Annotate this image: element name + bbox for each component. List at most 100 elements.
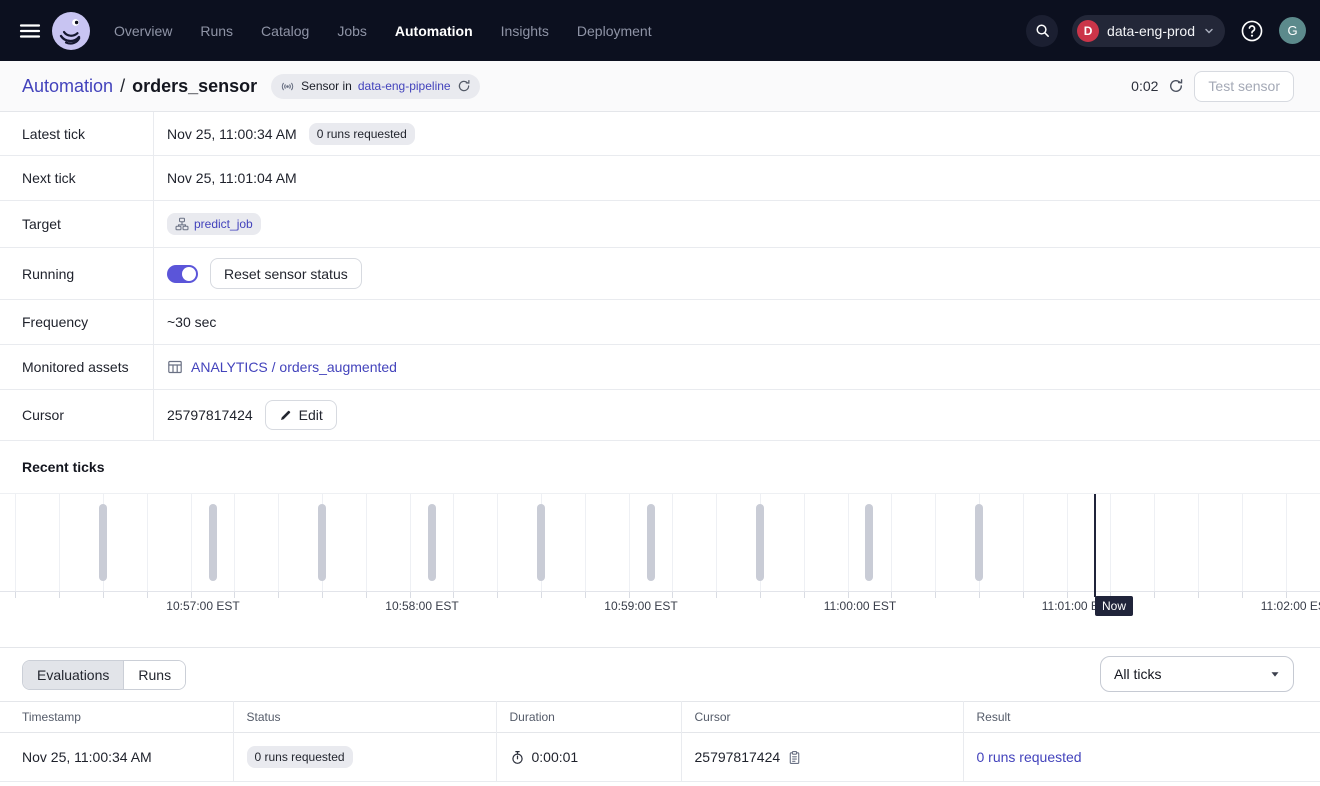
axis-tick [147,592,148,598]
axis-tick [716,592,717,598]
details-row-monitored-assets: Monitored assets ANALYTICS / orders_augm… [0,345,1320,390]
tick-bar[interactable] [209,504,217,581]
tick-bar[interactable] [647,504,655,581]
edit-cursor-button[interactable]: Edit [265,400,337,430]
cell-timestamp: Nov 25, 11:00:34 AM [0,733,233,782]
axis-tick [935,592,936,598]
table-row: Nov 25, 11:00:34 AM 0 runs requested 0:0… [0,733,1320,782]
details-row-latest-tick: Latest tick Nov 25, 11:00:34 AM 0 runs r… [0,112,1320,156]
search-button[interactable] [1026,15,1058,47]
dagster-logo[interactable] [52,12,90,50]
reload-repo-icon[interactable] [457,79,471,93]
axis-tick [541,592,542,598]
help-button[interactable] [1239,18,1265,44]
gridline [935,494,936,591]
menu-icon[interactable] [16,17,44,45]
chevron-down-icon [1203,25,1215,37]
table-icon [167,359,183,375]
nav-item-insights[interactable]: Insights [501,23,549,39]
details-label: Next tick [0,156,154,200]
tick-bar[interactable] [99,504,107,581]
tab-bar: Evaluations Runs All ticks [0,648,1320,701]
tab-runs[interactable]: Runs [124,661,185,689]
nav-item-deployment[interactable]: Deployment [577,23,652,39]
gridline [497,494,498,591]
running-toggle[interactable] [167,265,198,283]
refresh-icon [1168,78,1184,94]
tick-bar[interactable] [537,504,545,581]
tick-filter-dropdown[interactable]: All ticks [1100,656,1294,692]
user-avatar[interactable]: G [1279,17,1306,44]
monitored-asset-link[interactable]: ANALYTICS / orders_augmented [191,359,397,375]
tick-bar[interactable] [865,504,873,581]
refresh-button[interactable] [1168,78,1184,94]
repo-link[interactable]: data-eng-pipeline [358,79,451,93]
tab-evaluations[interactable]: Evaluations [23,661,124,689]
target-job-link[interactable]: predict_job [194,217,253,231]
details-label: Target [0,201,154,247]
breadcrumb-automation-link[interactable]: Automation [22,76,113,97]
workspace-badge: D [1077,20,1099,42]
latest-tick-status-badge: 0 runs requested [309,123,415,145]
axis-tick [585,592,586,598]
axis-tick [1154,592,1155,598]
gridline [1286,494,1287,591]
test-sensor-button[interactable]: Test sensor [1194,71,1294,102]
axis-tick [366,592,367,598]
column-header-cursor: Cursor [681,702,963,733]
tick-bar[interactable] [428,504,436,581]
gridline [1198,494,1199,591]
copy-icon[interactable] [787,750,802,765]
search-icon [1034,22,1051,39]
tick-bar[interactable] [975,504,983,581]
tick-bar[interactable] [318,504,326,581]
nav-item-catalog[interactable]: Catalog [261,23,309,39]
axis-label: 10:58:00 EST [385,599,458,613]
cursor-value: 25797817424 [167,407,253,423]
column-header-timestamp: Timestamp [0,702,233,733]
caret-down-icon [1270,669,1280,679]
axis-tick [15,592,16,598]
tick-bar[interactable] [756,504,764,581]
cursor-cell-value: 25797817424 [695,749,781,765]
target-job-pill[interactable]: predict_job [167,213,261,235]
result-link[interactable]: 0 runs requested [977,749,1082,765]
edit-icon [279,409,292,422]
toggle-knob [182,267,196,281]
next-tick-timestamp: Nov 25, 11:01:04 AM [167,170,297,186]
column-header-status: Status [233,702,496,733]
reset-sensor-status-button[interactable]: Reset sensor status [210,258,362,289]
axis-tick [410,592,411,598]
axis-tick [760,592,761,598]
nav-item-automation[interactable]: Automation [395,23,473,39]
sensor-details: Latest tick Nov 25, 11:00:34 AM 0 runs r… [0,112,1320,441]
details-row-frequency: Frequency ~30 sec [0,300,1320,345]
details-label: Cursor [0,390,154,440]
view-toggle: Evaluations Runs [22,660,186,690]
axis-tick [672,592,673,598]
gridline [366,494,367,591]
axis-tick [453,592,454,598]
page-title: orders_sensor [132,76,257,97]
cell-duration: 0:00:01 [496,733,681,782]
axis-tick [322,592,323,598]
gridline [716,494,717,591]
nav-item-jobs[interactable]: Jobs [337,23,367,39]
nav-item-runs[interactable]: Runs [200,23,233,39]
cell-result: 0 runs requested [963,733,1320,782]
column-header-result: Result [963,702,1320,733]
axis-tick [191,592,192,598]
gridline [410,494,411,591]
axis-tick [1286,592,1287,598]
latest-tick-timestamp: Nov 25, 11:00:34 AM [167,126,297,142]
nav-item-overview[interactable]: Overview [114,23,172,39]
nav-right: D data-eng-prod G [1026,15,1306,47]
axis-tick [1198,592,1199,598]
now-badge: Now [1095,596,1133,616]
gridline [147,494,148,591]
workspace-switcher[interactable]: D data-eng-prod [1072,15,1225,47]
details-label: Frequency [0,300,154,344]
axis-tick [497,592,498,598]
status-badge: 0 runs requested [247,746,353,768]
axis-label: 10:57:00 EST [166,599,239,613]
